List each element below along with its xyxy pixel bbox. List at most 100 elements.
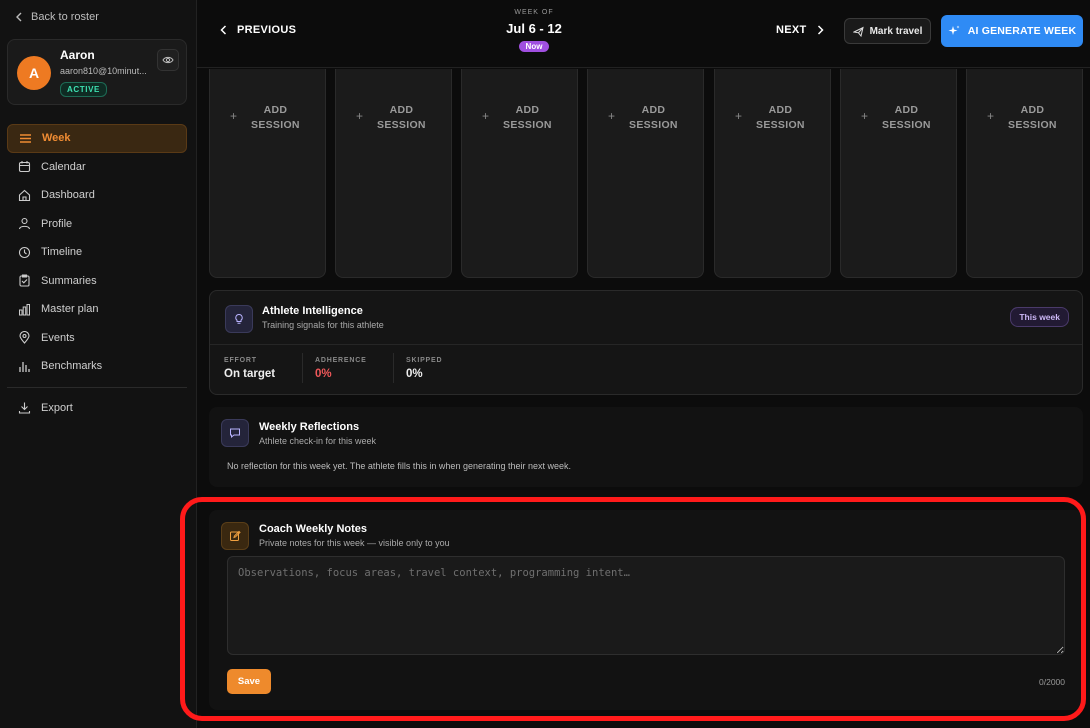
user-icon (18, 218, 31, 230)
day-column: + ADD SESSION (335, 69, 452, 278)
reflections-title: Weekly Reflections (259, 421, 360, 433)
athlete-email: aaron810@10minut... (60, 66, 147, 76)
plus-icon: + (735, 109, 743, 123)
sidebar-item-label: Benchmarks (41, 360, 103, 373)
sidebar-item-label: Dashboard (41, 189, 95, 202)
stat-divider (302, 353, 303, 383)
day-column: + ADD SESSION (587, 69, 704, 278)
add-session-button[interactable]: + ADD SESSION (462, 103, 577, 133)
stat-value: 0% (315, 368, 332, 380)
message-icon (221, 419, 249, 447)
sidebar-item-label: Master plan (41, 303, 99, 316)
stat-value: 0% (406, 368, 423, 380)
chevron-right-icon (817, 25, 824, 35)
sidebar-item-calendar[interactable]: Calendar (7, 153, 187, 182)
mark-travel-button[interactable]: Mark travel (844, 18, 931, 44)
stat-divider (393, 353, 394, 383)
divider (210, 344, 1082, 345)
sidebar-item-week[interactable]: Week (7, 124, 187, 153)
lightbulb-icon (225, 305, 253, 333)
week-days: + ADD SESSION + ADD SESSION + ADD SESSION +… (209, 69, 1083, 278)
sidebar-item-dashboard[interactable]: Dashboard (7, 181, 187, 210)
stat-value: On target (224, 368, 276, 380)
sparkle-icon (948, 25, 960, 35)
stat-effort: EFFORT On target (224, 357, 275, 380)
nav-divider (7, 386, 187, 388)
reflections-subtitle: Athlete check-in for this week (259, 436, 377, 446)
sidebar-item-master-plan[interactable]: Master plan (7, 295, 187, 324)
this-week-badge[interactable]: This week (1010, 307, 1069, 327)
add-session-label: SESSION (251, 119, 300, 131)
avatar: A (17, 56, 51, 90)
stat-adherence: ADHERENCE 0% (315, 357, 367, 380)
ai-generate-label: AI GENERATE WEEK (967, 25, 1077, 37)
add-session-label: SESSION (756, 119, 805, 131)
sidebar-item-label: Profile (41, 217, 73, 230)
plus-icon: + (356, 109, 364, 123)
add-session-label: ADD (641, 104, 666, 116)
sidebar-item-label: Calendar (41, 160, 86, 173)
day-column: + ADD SESSION (714, 69, 831, 278)
calendar-icon (18, 161, 31, 173)
add-session-label: ADD (1020, 104, 1045, 116)
add-session-button[interactable]: + ADD SESSION (210, 103, 325, 133)
next-week-button[interactable]: NEXT (776, 24, 824, 36)
add-session-button[interactable]: + ADD SESSION (588, 103, 703, 133)
ai-generate-week-button[interactable]: AI GENERATE WEEK (941, 15, 1083, 47)
previous-week-button[interactable]: PREVIOUS (220, 24, 296, 36)
home-icon (18, 189, 31, 201)
add-session-label: SESSION (377, 119, 426, 131)
plus-icon: + (987, 109, 995, 123)
add-session-label: ADD (263, 104, 288, 116)
sidebar-item-label: Summaries (41, 274, 97, 287)
map-pin-icon (19, 331, 30, 345)
sidebar-item-summaries[interactable]: Summaries (7, 267, 187, 296)
add-session-button[interactable]: + ADD SESSION (967, 103, 1082, 133)
mark-travel-label: Mark travel (869, 25, 923, 37)
sidebar-item-timeline[interactable]: Timeline (7, 238, 187, 267)
sidebar-item-label: Week (42, 132, 71, 145)
plus-icon: + (482, 109, 490, 123)
sidebar: Back to roster A Aaron aaron810@10minut.… (0, 0, 197, 728)
next-label: NEXT (776, 24, 807, 36)
week-range: Jul 6 - 12 (506, 21, 562, 36)
reflections-empty-text: No reflection for this week yet. The ath… (227, 461, 572, 471)
weekly-reflections-card: Weekly Reflections Athlete check-in for … (209, 407, 1083, 487)
download-icon (18, 402, 31, 414)
day-column: + ADD SESSION (840, 69, 957, 278)
sidebar-item-label: Export (41, 401, 73, 414)
day-column: + ADD SESSION (461, 69, 578, 278)
sidebar-item-label: Events (41, 331, 75, 344)
add-session-label: ADD (515, 104, 540, 116)
add-session-label: SESSION (882, 119, 931, 131)
add-session-button[interactable]: + ADD SESSION (715, 103, 830, 133)
view-as-athlete-button[interactable] (157, 49, 179, 71)
add-session-button[interactable]: + ADD SESSION (841, 103, 956, 133)
status-badge: ACTIVE (60, 82, 107, 97)
previous-label: PREVIOUS (237, 24, 297, 36)
sidebar-item-export[interactable]: Export (7, 394, 187, 423)
plus-icon: + (230, 109, 238, 123)
add-session-label: ADD (894, 104, 919, 116)
clipboard-icon (19, 274, 30, 287)
bars-icon (19, 361, 30, 372)
sidebar-item-profile[interactable]: Profile (7, 210, 187, 239)
stat-label: EFFORT (224, 357, 257, 364)
add-session-label: SESSION (629, 119, 678, 131)
athlete-card: A Aaron aaron810@10minut... ACTIVE (7, 39, 187, 105)
add-session-label: SESSION (1008, 119, 1057, 131)
stat-skipped: SKIPPED 0% (406, 357, 442, 380)
eye-icon (162, 56, 174, 64)
add-session-label: SESSION (503, 119, 552, 131)
stat-label: SKIPPED (406, 357, 443, 364)
plus-icon: + (861, 109, 869, 123)
plus-icon: + (608, 109, 616, 123)
sidebar-item-events[interactable]: Events (7, 324, 187, 353)
back-to-roster-link[interactable]: Back to roster (15, 11, 99, 23)
highlight-outline (180, 497, 1086, 721)
add-session-label: ADD (768, 104, 793, 116)
sidebar-nav: Week Calendar Dashboard Profile Timeline… (7, 124, 187, 422)
week-header: PREVIOUS WEEK OF Jul 6 - 12 Now NEXT Mar… (197, 0, 1090, 68)
sidebar-item-benchmarks[interactable]: Benchmarks (7, 352, 187, 381)
add-session-button[interactable]: + ADD SESSION (336, 103, 451, 133)
